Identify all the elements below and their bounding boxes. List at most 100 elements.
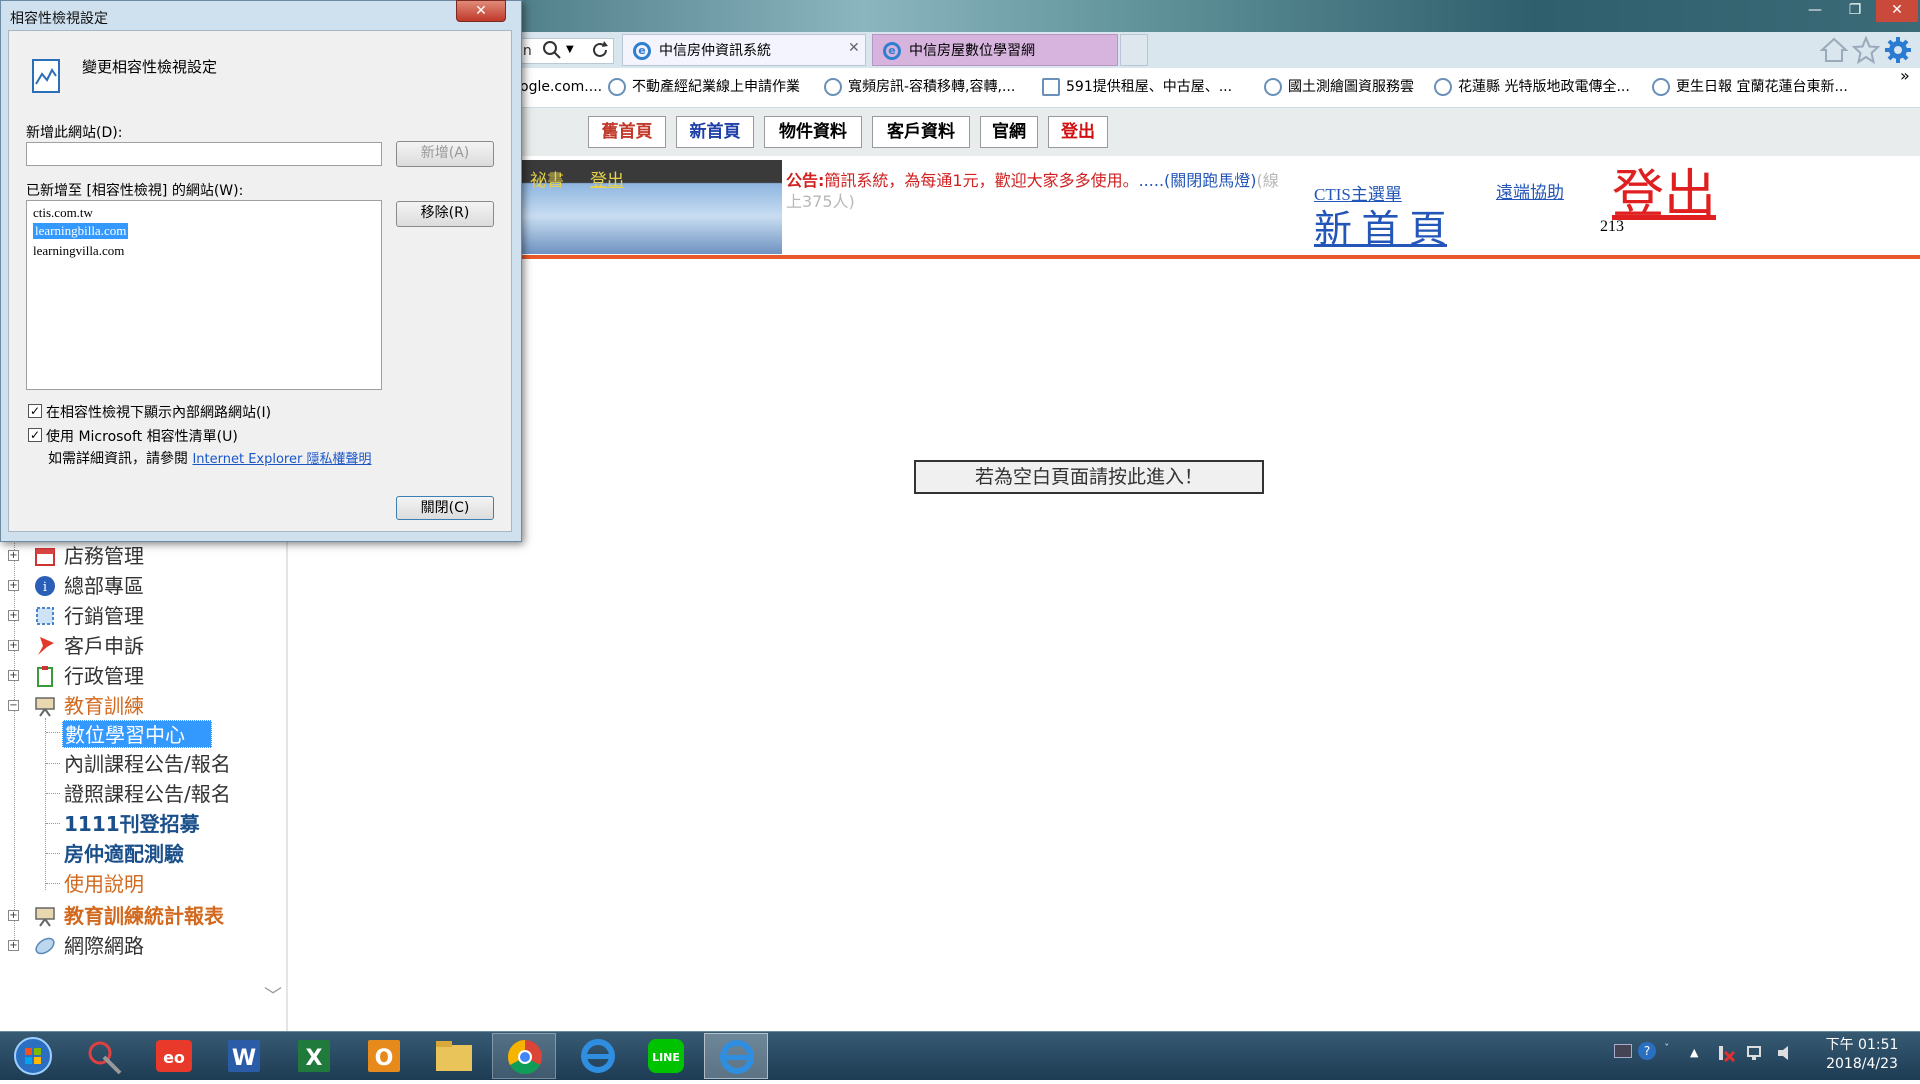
favorite-item[interactable]: 591提供租屋、中古屋、... xyxy=(1040,76,1232,98)
favorites-star-icon[interactable] xyxy=(1851,35,1881,65)
banner-logout-link[interactable]: 登出 xyxy=(590,166,624,191)
tree-child-1111-recruit[interactable]: 1111刊登招募 xyxy=(64,810,264,838)
tree-child-internal-courses[interactable]: 內訓課程公告/報名 xyxy=(64,750,264,778)
favorites-more-icon[interactable]: » xyxy=(1900,66,1916,86)
internet-explorer-active-button[interactable] xyxy=(704,1033,768,1079)
add-site-button[interactable]: 新增(A) xyxy=(396,141,494,167)
ie-icon xyxy=(1434,78,1452,96)
dialog-title: 相容性檢視設定 xyxy=(10,11,108,27)
customer-data-button[interactable]: 客戶資料 xyxy=(872,116,970,148)
expand-icon[interactable]: + xyxy=(8,610,19,621)
network-icon xyxy=(34,935,56,957)
chrome-taskbar-button[interactable] xyxy=(492,1033,556,1079)
ime-icon[interactable]: ˇ xyxy=(1664,1042,1678,1060)
word-icon[interactable]: W xyxy=(220,1035,268,1077)
volume-icon[interactable] xyxy=(1776,1044,1796,1062)
official-site-button[interactable]: 官網 xyxy=(980,116,1038,148)
expand-icon[interactable]: + xyxy=(8,550,19,561)
tree-child-instructions[interactable]: 使用說明 xyxy=(64,870,264,898)
favorite-item[interactable]: 寬頻房訊-容積移轉,容轉,... xyxy=(822,76,1015,98)
new-home-link[interactable]: 新 首 頁 xyxy=(1314,198,1447,253)
tree-label: 教育訓練統計報表 xyxy=(64,904,224,928)
old-home-button[interactable]: 舊首頁 xyxy=(588,116,666,148)
tree-child-digital-learning[interactable]: 數位學習中心 xyxy=(62,720,212,748)
excel-icon[interactable]: X xyxy=(290,1035,338,1077)
tree-item-internet[interactable]: + 網際網路 xyxy=(8,932,268,960)
tree-child-certificate-courses[interactable]: 證照課程公告/報名 xyxy=(64,780,264,808)
add-site-input[interactable] xyxy=(26,142,382,166)
start-orb-icon[interactable] xyxy=(10,1034,56,1078)
new-home-button[interactable]: 新首頁 xyxy=(676,116,754,148)
dropdown-arrow-icon[interactable]: ▼ xyxy=(566,38,582,62)
expand-icon[interactable]: + xyxy=(8,910,19,921)
tab-close-icon[interactable]: ✕ xyxy=(848,40,864,60)
favorite-item[interactable]: 更生日報 宜蘭花蓮台東新... xyxy=(1650,76,1848,98)
minimize-button[interactable]: — xyxy=(1796,0,1834,22)
ie-icon xyxy=(824,78,842,96)
tree-child-aptitude-test[interactable]: 房仲適配測驗 xyxy=(64,840,264,868)
new-tab-button[interactable] xyxy=(1120,34,1148,66)
tree-item-store-management[interactable]: + 店務管理 xyxy=(8,542,268,570)
scroll-down-icon[interactable]: ﹀ xyxy=(264,982,284,1007)
tree-connector xyxy=(46,793,60,794)
network-tray-icon[interactable] xyxy=(1746,1044,1766,1062)
settings-gear-icon[interactable] xyxy=(1884,36,1912,64)
tree-connector xyxy=(46,763,60,764)
ms-list-checkbox[interactable]: ✓ xyxy=(28,428,42,442)
tab-ctis[interactable]: e 中信房仲資訊系統 xyxy=(622,34,866,66)
eoffice-icon[interactable]: eo xyxy=(150,1035,198,1077)
secretary-link[interactable]: 祕書 xyxy=(530,166,564,191)
expand-icon[interactable]: + xyxy=(8,940,19,951)
favorite-item[interactable]: 不動產經紀業線上申請作業 xyxy=(606,76,800,98)
tree-item-headquarters[interactable]: + i 總部專區 xyxy=(8,572,268,600)
site-list-item[interactable]: learningvilla.com xyxy=(33,243,124,259)
blank-page-enter-button[interactable]: 若為空白頁面請按此進入！ xyxy=(914,460,1264,494)
remote-help-link[interactable]: 遠端協助 xyxy=(1496,178,1564,203)
tree-item-administration[interactable]: + 行政管理 xyxy=(8,662,268,690)
tree-item-education-stats[interactable]: + 教育訓練統計報表 xyxy=(8,902,268,930)
keyboard-icon[interactable] xyxy=(1614,1044,1632,1058)
tray-expand-icon[interactable]: ▲ xyxy=(1690,1046,1704,1060)
tree-item-complaints[interactable]: + 客戶申訴 xyxy=(8,632,268,660)
property-data-button[interactable]: 物件資料 xyxy=(764,116,862,148)
button-label: 官網 xyxy=(992,122,1026,142)
close-marquee-link[interactable]: .....(關閉跑馬燈) xyxy=(1139,171,1257,190)
big-logout-link[interactable]: 登出 xyxy=(1612,152,1716,227)
site-list-item[interactable]: ctis.com.tw xyxy=(33,205,93,221)
window-close-button[interactable]: ✕ xyxy=(1876,0,1918,22)
file-explorer-icon[interactable] xyxy=(430,1035,478,1077)
privacy-link[interactable]: Internet Explorer 隱私權聲明 xyxy=(192,452,371,467)
tree-item-education[interactable]: − 教育訓練 xyxy=(8,692,268,720)
expand-icon[interactable]: + xyxy=(8,670,19,681)
button-label: 新首頁 xyxy=(689,122,741,142)
restore-button[interactable]: ❐ xyxy=(1836,0,1874,22)
expand-icon[interactable]: + xyxy=(8,580,19,591)
search-icon[interactable] xyxy=(540,38,564,62)
dialog-close-button[interactable]: ✕ xyxy=(456,0,506,22)
internet-explorer-icon[interactable] xyxy=(574,1035,622,1077)
snipping-tool-icon[interactable] xyxy=(82,1035,130,1077)
info-text: 如需詳細資訊，請參閱 Internet Explorer 隱私權聲明 xyxy=(48,448,371,468)
intranet-checkbox[interactable]: ✓ xyxy=(28,404,42,418)
collapse-icon[interactable]: − xyxy=(8,700,19,711)
favorite-item[interactable]: 國土測繪圖資服務雲 xyxy=(1262,76,1414,98)
outlook-icon[interactable]: O xyxy=(360,1035,408,1077)
remove-site-button[interactable]: 移除(R) xyxy=(396,201,494,227)
site-list-item-selected[interactable]: learningbilla.com xyxy=(33,223,129,239)
favorite-label: 國土測繪圖資服務雲 xyxy=(1288,79,1414,95)
refresh-icon[interactable] xyxy=(588,38,612,62)
favorite-label: 更生日報 宜蘭花蓮台東新... xyxy=(1676,79,1848,95)
favorite-item[interactable]: 花蓮縣 光特版地政電傳全... xyxy=(1432,76,1630,98)
tree-label: 店務管理 xyxy=(64,544,144,568)
tree-item-marketing[interactable]: + 行銷管理 xyxy=(8,602,268,630)
logout-button[interactable]: 登出 xyxy=(1048,116,1108,148)
home-icon[interactable] xyxy=(1819,36,1849,64)
clock[interactable]: 下午 01:51 2018/4/23 xyxy=(1812,1036,1912,1074)
line-icon[interactable]: LINE xyxy=(642,1035,690,1077)
dialog-close-action-button[interactable]: 關閉(C) xyxy=(396,496,494,520)
help-icon[interactable]: ? xyxy=(1638,1042,1656,1060)
site-list[interactable]: ctis.com.tw learningbilla.com learningvi… xyxy=(26,200,382,390)
expand-icon[interactable]: + xyxy=(8,640,19,651)
tab-learning[interactable]: e 中信房屋數位學習網 xyxy=(872,34,1118,66)
action-center-icon[interactable] xyxy=(1716,1044,1736,1063)
